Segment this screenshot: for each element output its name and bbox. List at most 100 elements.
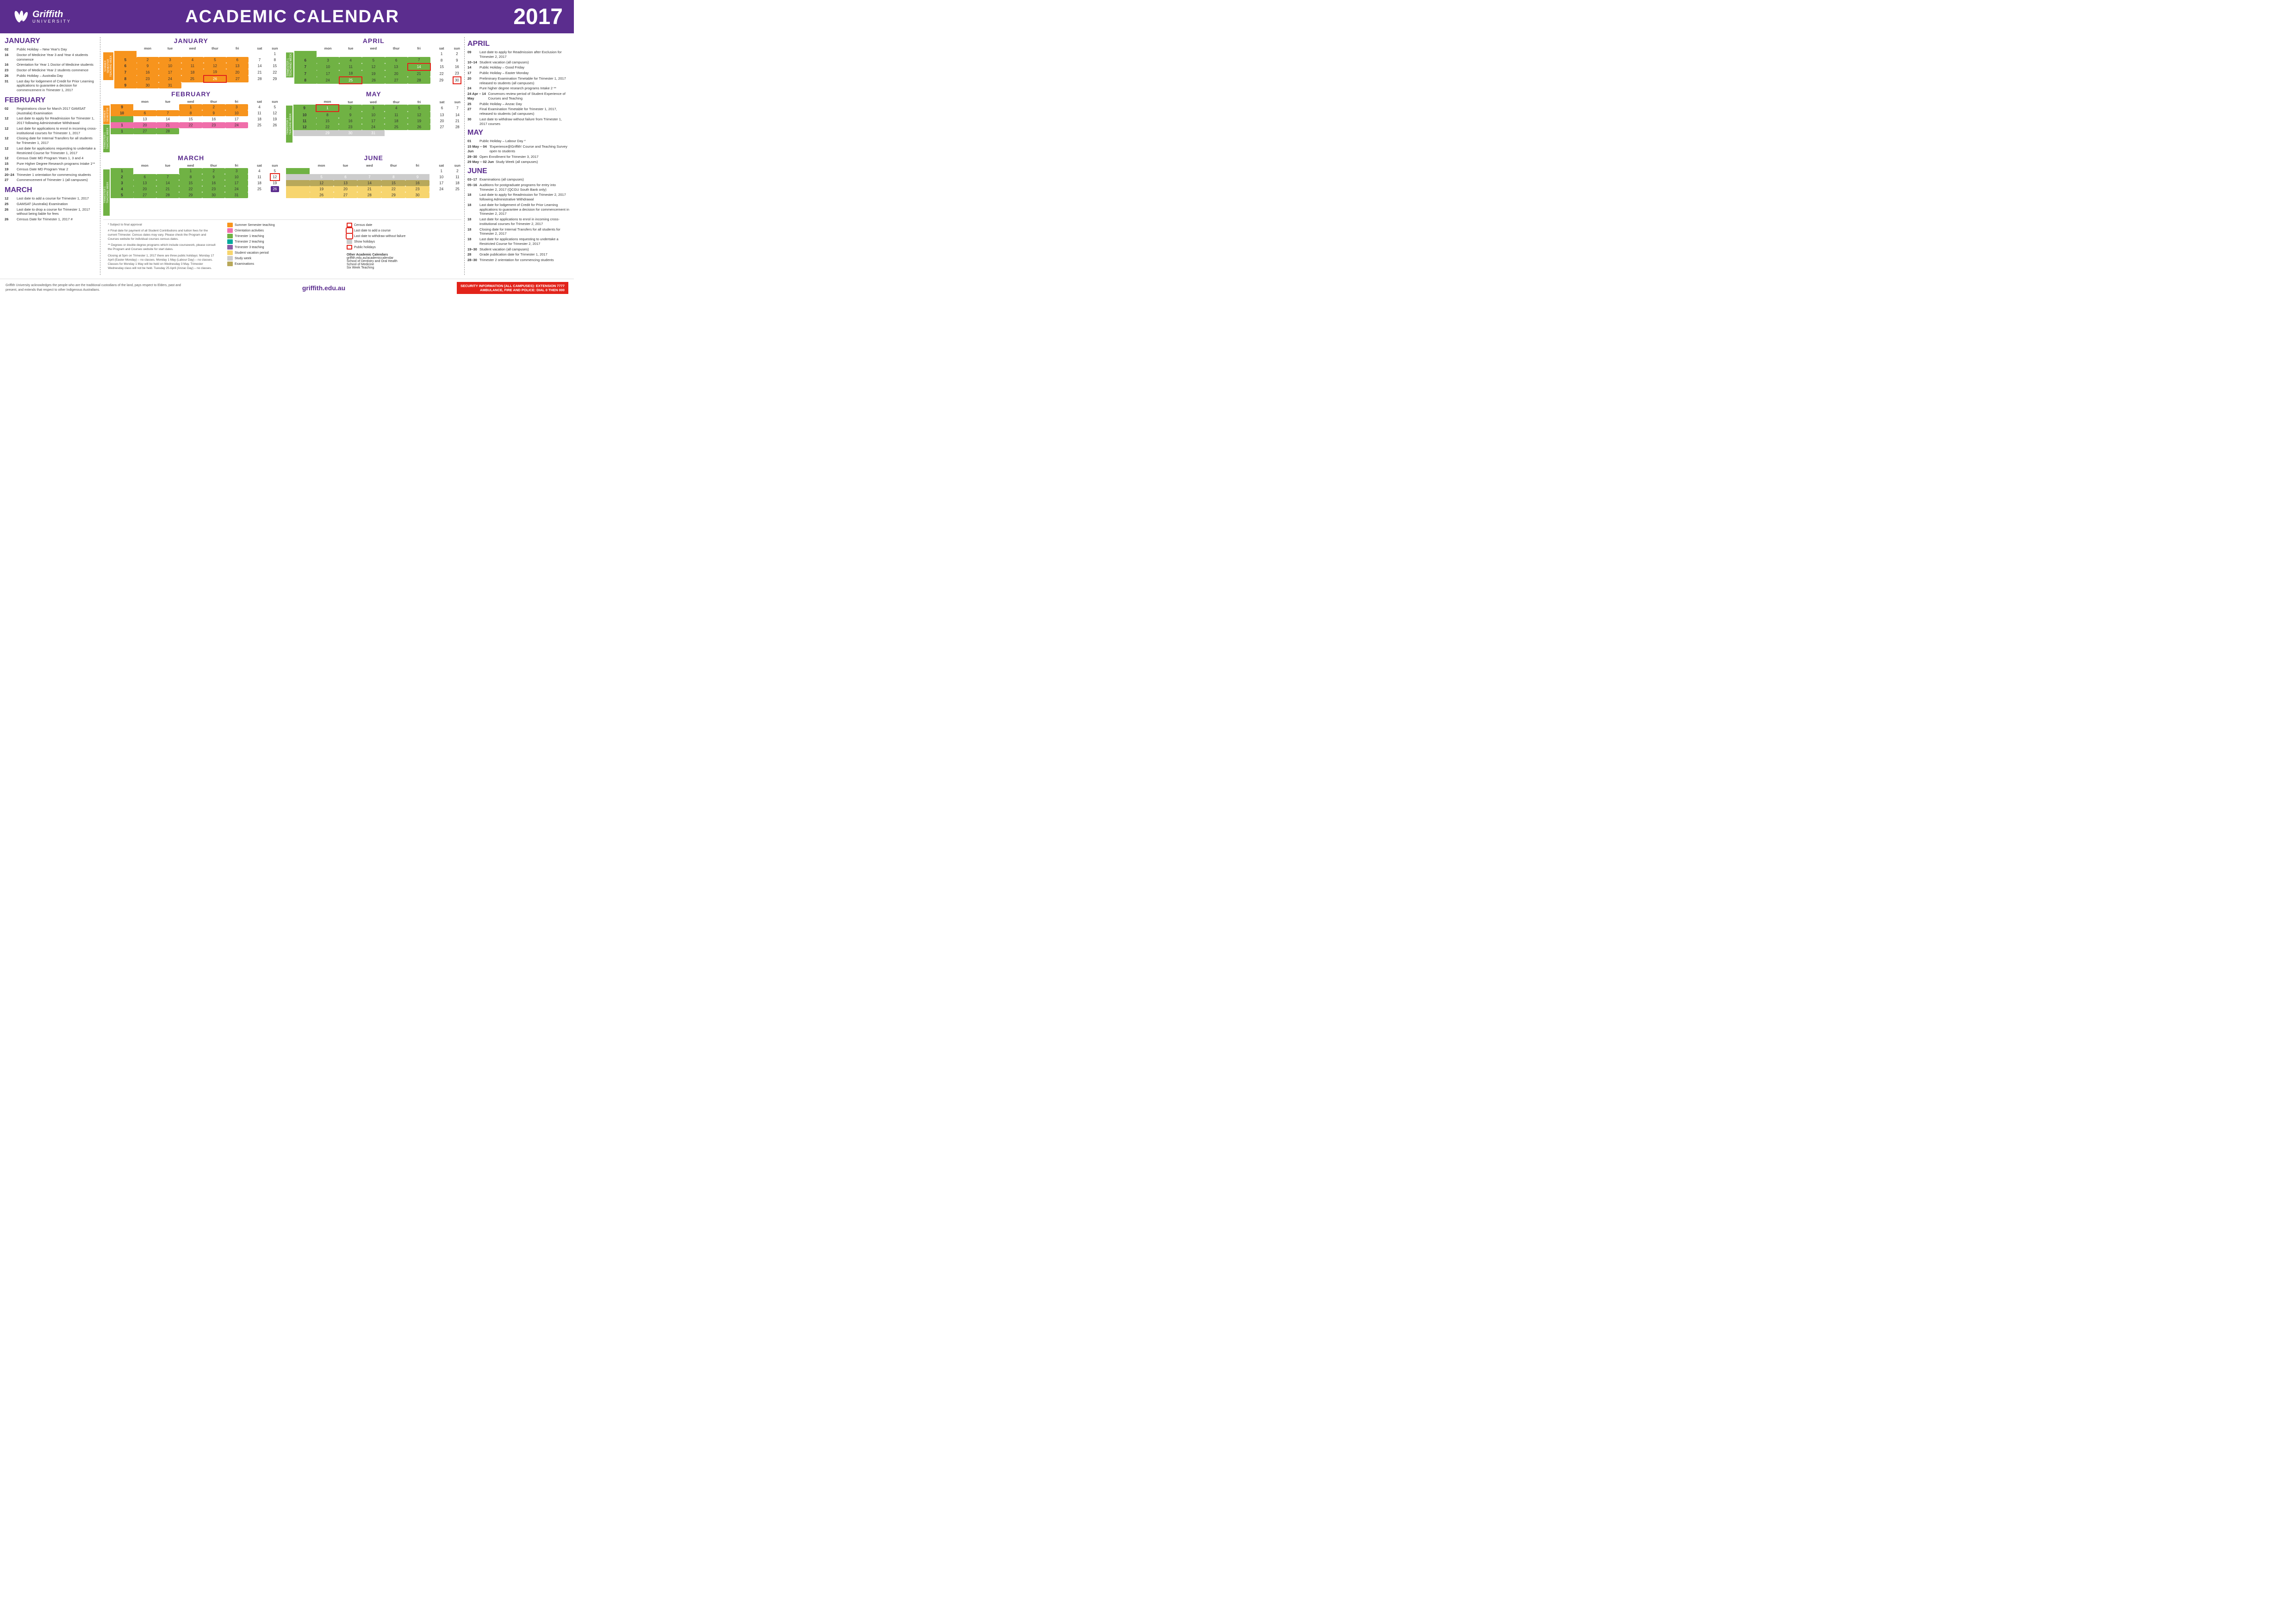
- cal-cell: 11: [454, 174, 461, 180]
- cal-cell: 29: [179, 192, 202, 198]
- sat-header: sat: [430, 99, 453, 105]
- event-item: 18Last date for applications requesting …: [467, 237, 569, 246]
- cal-cell: 30: [339, 130, 361, 136]
- cal-cell: 23: [339, 124, 361, 130]
- cal-cell: 27: [430, 124, 453, 130]
- cal-cell: 14: [454, 112, 461, 118]
- mon-header: mon: [133, 99, 156, 104]
- table-row: 7 16 17 18 19 20 21 22: [114, 69, 279, 75]
- event-item: 20–24Trimester 1 orientation for commenc…: [5, 173, 97, 177]
- cal-cell: 2: [137, 57, 159, 63]
- cal-cell: 4: [248, 104, 271, 110]
- week-num-cell: 3: [111, 180, 133, 186]
- thur-header: thur: [202, 163, 225, 168]
- cal-cell: [204, 82, 226, 88]
- legend-item: Trimester 2 teaching: [227, 239, 337, 244]
- cal-cell: [271, 192, 279, 198]
- cal-cell: 10: [317, 63, 339, 70]
- logo-griffith: Griffith: [32, 10, 71, 19]
- event-item: 29 May – 02 JunStudy Week (all campuses): [467, 160, 569, 164]
- legend-item: Last date to add a course: [347, 228, 457, 233]
- table-row: 1 1 2 3 4 5: [111, 168, 279, 174]
- june-heading-right: JUNE: [467, 167, 569, 175]
- event-item: 26Census Date for Trimester 1, 2017 #: [5, 217, 97, 222]
- logo-text-area: Griffith UNIVERSITY: [32, 10, 71, 24]
- event-item: 24 Apr – 14 MayConvenors review period o…: [467, 92, 569, 101]
- cal-cell: 12: [310, 180, 334, 186]
- cal-cell: 27: [133, 192, 156, 198]
- wk-header: [293, 99, 316, 105]
- table-row: 1: [114, 51, 279, 57]
- legend-label: Student vacation period: [235, 251, 269, 255]
- other-cal-item: School of Dentistry and Oral Health: [347, 260, 457, 263]
- april-events-right: 09Last date to apply for Readmission aft…: [467, 50, 569, 126]
- sat-header: sat: [429, 163, 454, 168]
- other-cal-heading: Other Academic Calendars: [347, 253, 457, 256]
- cal-cell: 14: [156, 180, 179, 186]
- cal-cell: 5: [310, 174, 334, 180]
- cal-cell: 1: [179, 104, 202, 110]
- week-num-cell: 8: [114, 75, 137, 82]
- cal-cell: 24: [429, 186, 454, 192]
- table-row: 29 30 31: [293, 130, 462, 136]
- event-item: 14Public Holiday – Good Friday: [467, 65, 569, 70]
- wk-header: [294, 46, 317, 51]
- june-cal-grid: mon tue wed thur fri sat sun: [286, 163, 462, 198]
- cal-cell: [181, 82, 204, 88]
- mon-header: mon: [317, 46, 339, 51]
- week-num-cell: 8: [294, 77, 317, 84]
- legend-swatch: [347, 228, 352, 233]
- mon-header: mon: [316, 99, 339, 105]
- table-row: 3 13 14 15 16 17 18 19: [111, 180, 279, 186]
- table-row: 8 23 24 25 26 27 28 29: [114, 75, 279, 82]
- security-line2: AMBULANCE, FIRE AND POLICE: DIAL 0 THEN …: [460, 288, 565, 292]
- cal-cell: [226, 51, 249, 57]
- legend-swatch: [227, 239, 233, 244]
- year-label: 2017: [513, 4, 563, 30]
- cal-cell: 29: [430, 77, 453, 84]
- event-item: 31Last day for lodgement of Credit for P…: [5, 79, 97, 93]
- cal-cell: 23: [453, 70, 461, 77]
- fri-header: fri: [225, 163, 248, 168]
- fri-header: fri: [226, 46, 249, 51]
- week-num-cell: 5: [114, 57, 137, 63]
- cal-cell: 11: [385, 112, 408, 118]
- event-item: 12Census Date MD Program Years 1, 3 and …: [5, 156, 97, 161]
- cal-cell: 13: [226, 63, 249, 69]
- other-cal-item: School of Medicine: [347, 263, 457, 266]
- sat-header: sat: [430, 46, 453, 51]
- week-num-cell: 7: [294, 70, 317, 77]
- cal-cell: 8: [430, 57, 453, 63]
- main-content: JANUARY 02Public Holiday – New Year's Da…: [0, 33, 574, 279]
- cal-cell: 28: [156, 128, 179, 134]
- event-item: 18Closing date for Internal Transfers fo…: [467, 227, 569, 237]
- legend-note: Closing at 5pm on Trimester 1, 2017 ther…: [108, 254, 218, 270]
- event-item: 27Final Examination Timetable for Trimes…: [467, 107, 569, 116]
- cal-row-jan-apr: JANUARY SUMMER SEMESTERTEACHING WEEK mon…: [103, 37, 461, 88]
- cal-cell: 10: [362, 112, 385, 118]
- sun-header: sun: [454, 99, 461, 105]
- legend-item: Study week: [227, 256, 337, 261]
- event-item: 19–30Student vacation (all campuses): [467, 247, 569, 252]
- cal-cell: 29: [381, 192, 405, 198]
- cal-cell: [362, 51, 385, 57]
- table-row: 11 15 16 17 18 19 20 21: [293, 118, 462, 124]
- may-heading-right: MAY: [467, 129, 569, 137]
- cal-cell: 14: [357, 180, 381, 186]
- event-item: 18Last date for applications to enrol in…: [467, 217, 569, 226]
- event-item: 26Public Holiday – Australia Day: [5, 74, 97, 78]
- footer-acknowledgement: Griffith University acknowledges the peo…: [6, 283, 191, 293]
- cal-cell: 10: [159, 63, 181, 69]
- cal-cell: 27: [385, 77, 408, 84]
- cal-cell: 20: [226, 69, 249, 75]
- sun-header: sun: [271, 163, 279, 168]
- sat-header: sat: [249, 46, 271, 51]
- wed-header: wed: [179, 163, 202, 168]
- cal-cell: 17: [429, 180, 454, 186]
- table-row: 1 2: [286, 168, 462, 174]
- table-row: 5 2 3 4 5 6 7 8: [114, 57, 279, 63]
- february-cal-grid: mon tue wed thur fri sat sun 9: [111, 99, 279, 134]
- cal-cell: [405, 168, 429, 174]
- cal-cell: 19: [271, 116, 279, 122]
- cal-cell: 2: [339, 105, 361, 112]
